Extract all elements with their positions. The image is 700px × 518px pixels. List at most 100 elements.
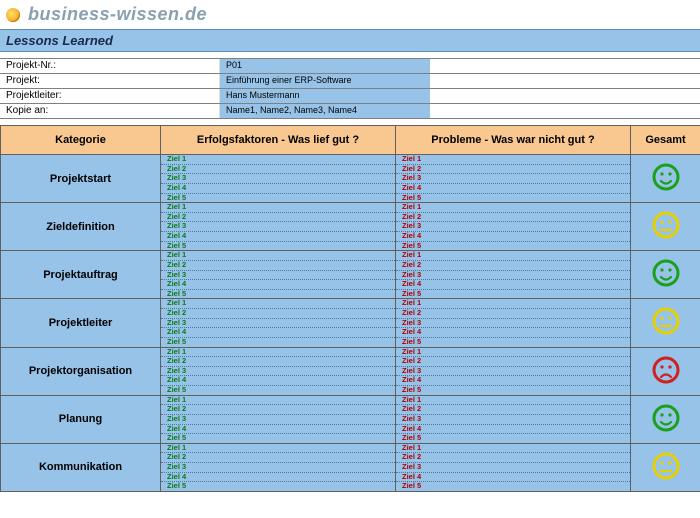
goal-line: Ziel 5 [396,242,630,251]
goal-line: Ziel 4 [396,280,630,290]
goal-line: Ziel 1 [396,203,630,213]
goal-line: Ziel 3 [396,174,630,184]
goal-line: Ziel 4 [396,328,630,338]
probleme-cell: Ziel 1Ziel 2Ziel 3Ziel 4Ziel 5 [396,155,631,203]
col-gesamt: Gesamt [631,126,700,155]
goal-line: Ziel 3 [396,222,630,232]
goal-line: Ziel 5 [396,386,630,395]
probleme-cell: Ziel 1Ziel 2Ziel 3Ziel 4Ziel 5 [396,203,631,251]
goal-line: Ziel 3 [396,319,630,329]
goal-line: Ziel 2 [161,261,395,271]
logo-icon [6,8,20,22]
goal-line: Ziel 3 [396,271,630,281]
page-title: Lessons Learned [0,29,700,52]
goal-line: Ziel 3 [396,463,630,473]
happy-green-face-icon [652,183,680,194]
goal-line: Ziel 4 [161,425,395,435]
meta-label: Kopie an: [0,104,220,118]
goal-line: Ziel 4 [161,184,395,194]
kategorie-cell: Zieldefinition [1,203,161,251]
probleme-cell: Ziel 1Ziel 2Ziel 3Ziel 4Ziel 5 [396,251,631,299]
erfolg-cell: Ziel 1Ziel 2Ziel 3Ziel 4Ziel 5 [161,347,396,395]
erfolg-cell: Ziel 1Ziel 2Ziel 3Ziel 4Ziel 5 [161,155,396,203]
kategorie-cell: Projektstart [1,155,161,203]
erfolg-cell: Ziel 1Ziel 2Ziel 3Ziel 4Ziel 5 [161,299,396,347]
probleme-cell: Ziel 1Ziel 2Ziel 3Ziel 4Ziel 5 [396,443,631,491]
goal-line: Ziel 1 [161,348,395,358]
goal-line: Ziel 1 [396,299,630,309]
goal-line: Ziel 4 [396,184,630,194]
neutral-yellow-face-icon [652,472,680,483]
goal-line: Ziel 2 [161,405,395,415]
goal-line: Ziel 4 [161,280,395,290]
meta-row: Projekt:Einführung einer ERP-Software [0,74,700,89]
col-probleme: Probleme - Was war nicht gut ? [396,126,631,155]
goal-line: Ziel 5 [396,434,630,443]
goal-line: Ziel 1 [396,251,630,261]
goal-line: Ziel 1 [161,444,395,454]
happy-green-face-icon [652,424,680,435]
goal-line: Ziel 4 [396,473,630,483]
goal-line: Ziel 2 [396,213,630,223]
meta-block: Projekt-Nr.:P01Projekt:Einführung einer … [0,58,700,119]
lessons-table: Kategorie Erfolgsfaktoren - Was lief gut… [0,125,700,492]
goal-line: Ziel 5 [396,194,630,203]
table-row: KommunikationZiel 1Ziel 2Ziel 3Ziel 4Zie… [1,443,700,491]
gesamt-cell [631,443,700,491]
meta-row: Kopie an:Name1, Name2, Name3, Name4 [0,104,700,119]
site-header: business-wissen.de [0,0,700,29]
goal-line: Ziel 3 [161,271,395,281]
goal-line: Ziel 5 [396,338,630,347]
goal-line: Ziel 4 [161,473,395,483]
goal-line: Ziel 1 [161,396,395,406]
goal-line: Ziel 1 [161,251,395,261]
goal-line: Ziel 2 [161,453,395,463]
col-erfolg: Erfolgsfaktoren - Was lief gut ? [161,126,396,155]
table-row: PlanungZiel 1Ziel 2Ziel 3Ziel 4Ziel 5Zie… [1,395,700,443]
goal-line: Ziel 2 [396,453,630,463]
gesamt-cell [631,395,700,443]
kategorie-cell: Planung [1,395,161,443]
goal-line: Ziel 2 [396,309,630,319]
goal-line: Ziel 4 [396,376,630,386]
goal-line: Ziel 2 [161,357,395,367]
probleme-cell: Ziel 1Ziel 2Ziel 3Ziel 4Ziel 5 [396,299,631,347]
table-row: ZieldefinitionZiel 1Ziel 2Ziel 3Ziel 4Zi… [1,203,700,251]
gesamt-cell [631,251,700,299]
table-row: ProjektleiterZiel 1Ziel 2Ziel 3Ziel 4Zie… [1,299,700,347]
meta-value: P01 [220,59,430,73]
neutral-yellow-face-icon [652,327,680,338]
goal-line: Ziel 3 [161,222,395,232]
kategorie-cell: Projektorganisation [1,347,161,395]
sad-red-face-icon [652,376,680,387]
goal-line: Ziel 2 [396,165,630,175]
goal-line: Ziel 1 [396,348,630,358]
goal-line: Ziel 3 [396,415,630,425]
goal-line: Ziel 3 [396,367,630,377]
meta-label: Projekt-Nr.: [0,59,220,73]
goal-line: Ziel 1 [396,396,630,406]
gesamt-cell [631,155,700,203]
meta-value: Name1, Name2, Name3, Name4 [220,104,430,118]
goal-line: Ziel 5 [396,290,630,299]
meta-label: Projekt: [0,74,220,88]
goal-line: Ziel 5 [161,290,395,299]
erfolg-cell: Ziel 1Ziel 2Ziel 3Ziel 4Ziel 5 [161,395,396,443]
goal-line: Ziel 4 [161,328,395,338]
meta-label: Projektleiter: [0,89,220,103]
goal-line: Ziel 4 [161,376,395,386]
meta-row: Projektleiter:Hans Mustermann [0,89,700,104]
goal-line: Ziel 3 [161,367,395,377]
kategorie-cell: Kommunikation [1,443,161,491]
goal-line: Ziel 4 [161,232,395,242]
gesamt-cell [631,347,700,395]
erfolg-cell: Ziel 1Ziel 2Ziel 3Ziel 4Ziel 5 [161,251,396,299]
goal-line: Ziel 2 [396,261,630,271]
meta-row: Projekt-Nr.:P01 [0,59,700,74]
goal-line: Ziel 2 [396,357,630,367]
goal-line: Ziel 4 [396,425,630,435]
col-kategorie: Kategorie [1,126,161,155]
goal-line: Ziel 5 [161,242,395,251]
goal-line: Ziel 5 [161,386,395,395]
goal-line: Ziel 1 [161,203,395,213]
